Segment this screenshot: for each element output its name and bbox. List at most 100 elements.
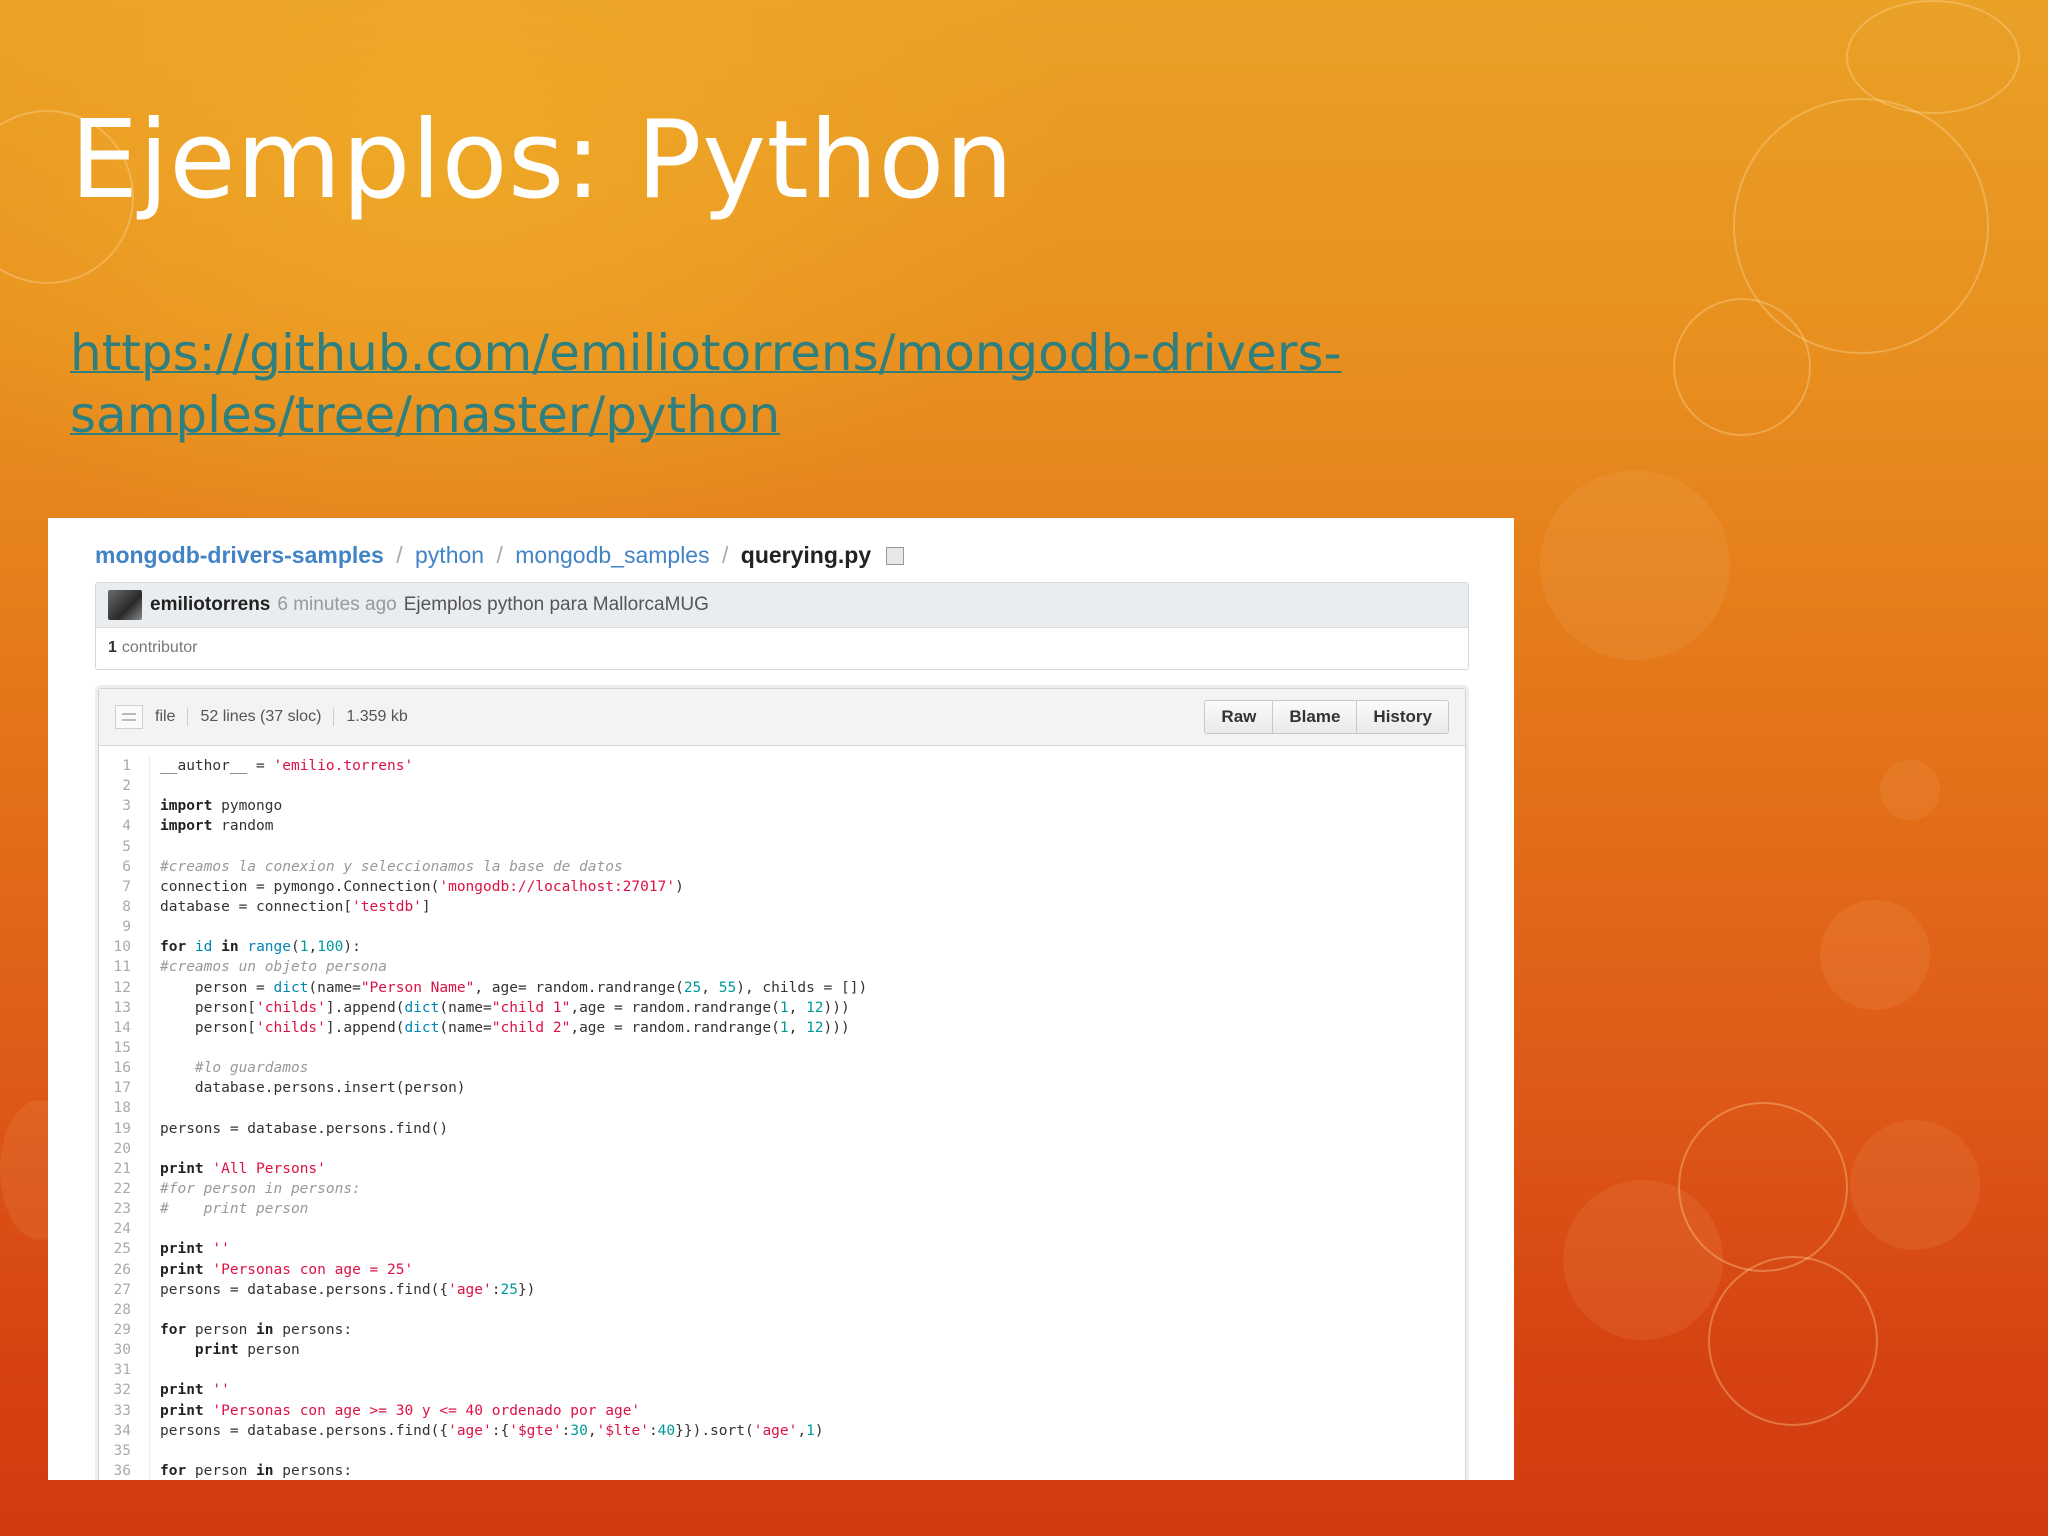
copy-path-icon[interactable] bbox=[885, 547, 904, 565]
bokeh-circle bbox=[1820, 900, 1930, 1010]
breadcrumb-repo-link[interactable]: mongodb-drivers-samples bbox=[95, 542, 384, 568]
commit-summary: emiliotorrens 6 minutes ago Ejemplos pyt… bbox=[96, 583, 1468, 628]
code-line: 13 person['childs'].append(dict(name="ch… bbox=[99, 997, 1465, 1018]
code-line: 5 bbox=[99, 836, 1465, 857]
code-line: 32 print '' bbox=[99, 1380, 1465, 1401]
code-text: #creamos la conexion y seleccionamos la … bbox=[160, 858, 623, 875]
bokeh-circle bbox=[1673, 298, 1811, 436]
code-text: for person in persons: bbox=[160, 1462, 353, 1479]
raw-button[interactable]: Raw bbox=[1205, 701, 1274, 733]
line-number[interactable]: 11 bbox=[99, 957, 150, 978]
line-number[interactable]: 16 bbox=[99, 1058, 150, 1079]
line-number[interactable]: 3 bbox=[99, 796, 150, 817]
code-line: 12 person = dict(name="Person Name", age… bbox=[99, 977, 1465, 998]
line-number[interactable]: 30 bbox=[99, 1340, 150, 1361]
code-line: 23 # print person bbox=[99, 1199, 1465, 1220]
breadcrumb-samples-link[interactable]: mongodb_samples bbox=[515, 542, 709, 568]
line-number[interactable]: 22 bbox=[99, 1178, 150, 1200]
line-number[interactable]: 8 bbox=[99, 896, 150, 918]
contributors-label[interactable]: contributor bbox=[122, 639, 198, 657]
code-line: 24 bbox=[99, 1219, 1465, 1240]
author-avatar[interactable] bbox=[108, 590, 142, 620]
line-number[interactable]: 29 bbox=[99, 1319, 150, 1341]
contributors-row: 1 contributor bbox=[96, 628, 1468, 668]
code-text: database.persons.insert(person) bbox=[160, 1080, 466, 1097]
line-number[interactable]: 7 bbox=[99, 876, 150, 897]
bokeh-circle bbox=[1850, 1120, 1980, 1250]
breadcrumb-python-link[interactable]: python bbox=[415, 542, 484, 568]
code-line: 3 import pymongo bbox=[99, 796, 1465, 817]
code-text: import pymongo bbox=[160, 798, 283, 815]
commit-author[interactable]: emiliotorrens bbox=[150, 594, 270, 616]
file-icon bbox=[115, 705, 143, 729]
code-line: 6 #creamos la conexion y seleccionamos la… bbox=[99, 856, 1465, 877]
code-text: print '' bbox=[160, 1382, 230, 1399]
line-number[interactable]: 19 bbox=[99, 1118, 150, 1139]
file-line-count: 52 lines (37 sloc) bbox=[188, 708, 335, 726]
commit-message[interactable]: Ejemplos python para MallorcaMUG bbox=[404, 594, 709, 616]
line-number[interactable]: 2 bbox=[99, 776, 150, 797]
line-number[interactable]: 10 bbox=[99, 937, 150, 958]
github-file-screenshot: mongodb-drivers-samples / python / mongo… bbox=[48, 518, 1514, 1480]
code-line: 11 #creamos un objeto persona bbox=[99, 957, 1465, 978]
code-text: persons = database.persons.find() bbox=[160, 1120, 449, 1137]
code-text: print 'All Persons' bbox=[160, 1160, 326, 1177]
code-text: person['childs'].append(dict(name="child… bbox=[160, 999, 850, 1016]
line-number[interactable]: 26 bbox=[99, 1259, 150, 1280]
code-line: 1 __author__ = 'emilio.torrens' bbox=[99, 756, 1465, 777]
line-number[interactable]: 28 bbox=[99, 1299, 150, 1320]
github-link-line-2[interactable]: samples/tree/master/python bbox=[70, 384, 1490, 446]
line-number[interactable]: 27 bbox=[99, 1279, 150, 1300]
file-viewer: file 52 lines (37 sloc) 1.359 kb Raw Bla… bbox=[98, 688, 1466, 1480]
line-number[interactable]: 23 bbox=[99, 1199, 150, 1220]
line-number[interactable]: 21 bbox=[99, 1158, 150, 1179]
line-number[interactable]: 4 bbox=[99, 816, 150, 837]
history-button[interactable]: History bbox=[1357, 701, 1448, 733]
github-link[interactable]: https://github.com/emiliotorrens/mongodb… bbox=[70, 322, 1490, 446]
line-number[interactable]: 34 bbox=[99, 1420, 150, 1441]
code-text: person['childs'].append(dict(name="child… bbox=[160, 1019, 850, 1036]
line-number[interactable]: 25 bbox=[99, 1239, 150, 1260]
code-text: __author__ = 'emilio.torrens' bbox=[160, 758, 414, 774]
code-text: persons = database.persons.find({'age':2… bbox=[160, 1281, 536, 1298]
line-number[interactable]: 15 bbox=[99, 1037, 150, 1059]
line-number[interactable]: 31 bbox=[99, 1360, 150, 1381]
line-number[interactable]: 32 bbox=[99, 1380, 150, 1401]
line-number[interactable]: 12 bbox=[99, 977, 150, 998]
code-line: 15 bbox=[99, 1037, 1465, 1059]
line-number[interactable]: 14 bbox=[99, 1017, 150, 1038]
line-number[interactable]: 6 bbox=[99, 856, 150, 877]
code-line: 31 bbox=[99, 1360, 1465, 1381]
line-number[interactable]: 17 bbox=[99, 1078, 150, 1099]
line-number[interactable]: 13 bbox=[99, 997, 150, 1018]
line-number[interactable]: 35 bbox=[99, 1440, 150, 1461]
bokeh-circle bbox=[1733, 98, 1989, 354]
code-text: #creamos un objeto persona bbox=[160, 959, 387, 976]
code-line: 9 bbox=[99, 917, 1465, 938]
line-number[interactable]: 24 bbox=[99, 1219, 150, 1240]
line-number[interactable]: 5 bbox=[99, 836, 150, 857]
file-header: file 52 lines (37 sloc) 1.359 kb Raw Bla… bbox=[99, 689, 1465, 746]
code-text: print '' bbox=[160, 1241, 230, 1258]
blame-button[interactable]: Blame bbox=[1273, 701, 1358, 733]
code-line: 30 print person bbox=[99, 1340, 1465, 1361]
line-number[interactable]: 36 bbox=[99, 1460, 150, 1480]
code-line: 14 person['childs'].append(dict(name="ch… bbox=[99, 1017, 1465, 1038]
code-line: 4 import random bbox=[99, 816, 1465, 837]
line-number[interactable]: 33 bbox=[99, 1400, 150, 1421]
line-number[interactable]: 9 bbox=[99, 917, 150, 938]
github-link-line-1[interactable]: https://github.com/emiliotorrens/mongodb… bbox=[70, 322, 1490, 384]
code-text: # print person bbox=[160, 1201, 309, 1218]
line-number[interactable]: 18 bbox=[99, 1098, 150, 1119]
line-number[interactable]: 20 bbox=[99, 1138, 150, 1159]
bokeh-circle bbox=[1846, 0, 2020, 114]
line-number[interactable]: 1 bbox=[99, 756, 150, 777]
